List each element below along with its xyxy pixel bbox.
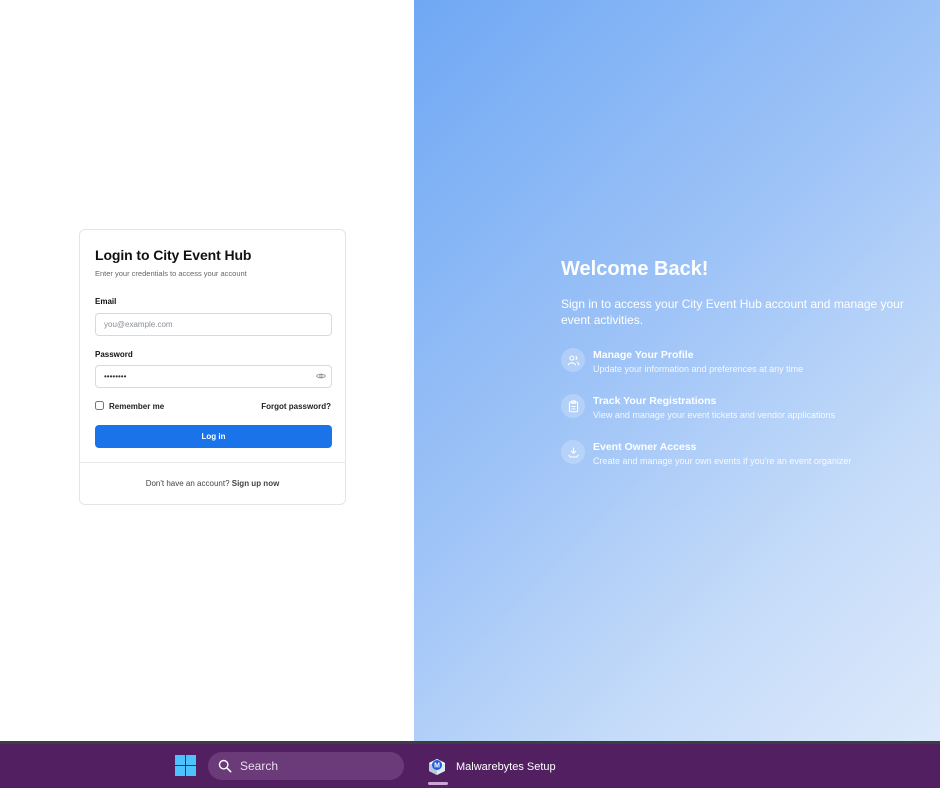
clipboard-icon <box>561 394 585 418</box>
eye-icon[interactable] <box>316 372 326 380</box>
taskbar: Search M Malwarebytes Setup <box>0 744 940 788</box>
forgot-password-link[interactable]: Forgot password? <box>261 402 331 411</box>
feature-desc: View and manage your event tickets and v… <box>593 410 835 420</box>
welcome-pane: Welcome Back! Sign in to access your Cit… <box>414 0 940 741</box>
active-app-indicator <box>428 782 448 785</box>
feature-title: Manage Your Profile <box>593 349 694 361</box>
signup-row: Don't have an account? Sign up now <box>80 479 345 488</box>
login-card: Login to City Event Hub Enter your crede… <box>79 229 346 505</box>
password-label: Password <box>95 350 133 359</box>
login-pane: Login to City Event Hub Enter your crede… <box>0 0 414 741</box>
event-owner-icon <box>561 440 585 464</box>
divider <box>80 462 345 463</box>
feature-title: Track Your Registrations <box>593 395 717 407</box>
login-button[interactable]: Log in <box>95 425 332 448</box>
feature-manage-profile: Manage Your Profile Update your informat… <box>561 348 803 376</box>
search-icon <box>218 759 232 773</box>
windows-start-icon[interactable] <box>175 755 196 776</box>
app-label: Malwarebytes Setup <box>456 761 556 773</box>
welcome-title: Welcome Back! <box>561 258 709 280</box>
email-label: Email <box>95 297 117 306</box>
welcome-text: Sign in to access your City Event Hub ac… <box>561 297 904 327</box>
remember-me-label: Remember me <box>109 402 165 411</box>
malwarebytes-icon: M <box>424 754 450 780</box>
signup-prompt: Don't have an account? <box>145 479 230 488</box>
feature-title: Event Owner Access <box>593 441 697 453</box>
login-subtitle: Enter your credentials to access your ac… <box>95 269 247 278</box>
search-label: Search <box>240 759 279 773</box>
login-title: Login to City Event Hub <box>95 247 252 263</box>
taskbar-search[interactable]: Search <box>208 752 404 780</box>
feature-desc: Create and manage your own events if you… <box>593 456 852 466</box>
remember-me-row[interactable]: Remember me <box>95 401 165 411</box>
svg-text:M: M <box>434 763 440 770</box>
feature-event-owner-access: Event Owner Access Create and manage you… <box>561 440 851 468</box>
taskbar-app-malwarebytes[interactable]: M Malwarebytes Setup <box>424 752 556 782</box>
remember-me-checkbox[interactable] <box>95 401 104 410</box>
users-icon <box>561 348 585 372</box>
password-field[interactable] <box>95 365 332 388</box>
email-field[interactable] <box>95 313 332 336</box>
feature-track-registrations: Track Your Registrations View and manage… <box>561 394 835 422</box>
signup-link[interactable]: Sign up now <box>232 479 280 488</box>
feature-desc: Update your information and preferences … <box>593 364 804 374</box>
